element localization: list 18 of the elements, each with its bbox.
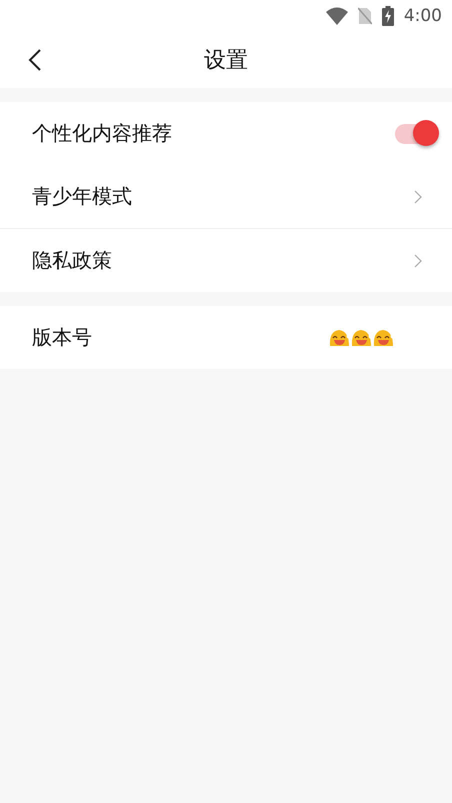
battery-charging-icon (382, 6, 394, 26)
row-label: 个性化内容推荐 (32, 120, 172, 147)
row-label: 版本号 (32, 324, 92, 351)
page-title: 设置 (204, 47, 248, 75)
no-sim-icon (358, 7, 372, 25)
status-time: 4:00 (404, 6, 442, 26)
chevron-right-icon (414, 190, 422, 204)
row-label: 青少年模式 (32, 183, 132, 210)
row-label: 隐私政策 (32, 247, 112, 274)
settings-row[interactable]: 版本号 (0, 306, 452, 369)
back-icon[interactable] (28, 48, 42, 72)
settings-row[interactable]: 个性化内容推荐 (0, 102, 452, 165)
chevron-right-icon (414, 254, 422, 268)
wifi-icon (326, 7, 348, 25)
sweat-smile-icon (351, 328, 372, 346)
sweat-smile-icon (329, 328, 350, 346)
settings-row[interactable]: 青少年模式 (0, 165, 452, 228)
sweat-smile-icon (373, 328, 394, 346)
